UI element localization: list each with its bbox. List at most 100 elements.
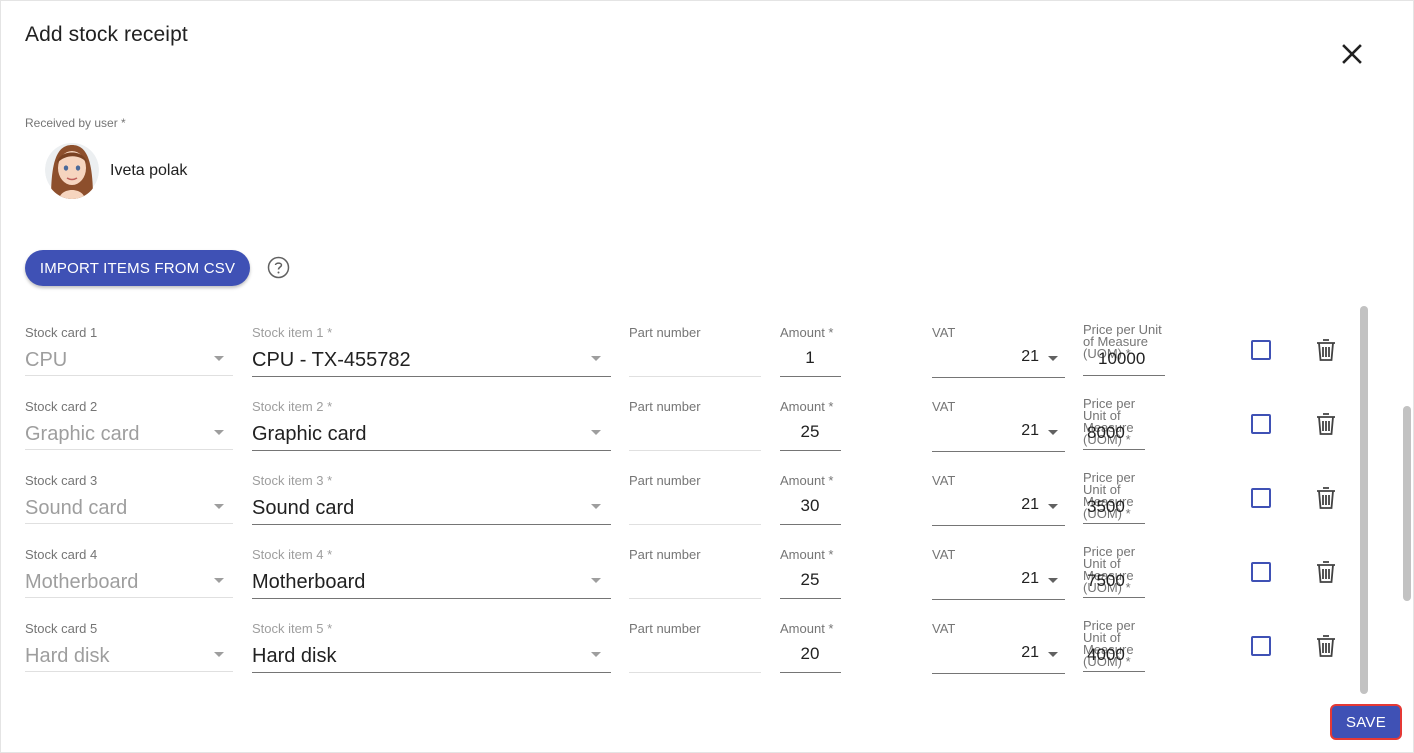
- amount-label: Amount *: [780, 399, 834, 414]
- underline: [932, 525, 1065, 526]
- part-number-input[interactable]: [629, 598, 761, 599]
- underline: [932, 451, 1065, 452]
- amount-label: Amount *: [780, 547, 834, 562]
- amount-input[interactable]: 20: [779, 644, 841, 664]
- trash-icon[interactable]: [1315, 338, 1337, 362]
- vat-select[interactable]: 21: [1017, 348, 1039, 366]
- arrow-drop-down-icon: [591, 504, 601, 509]
- vat-label: VAT: [932, 621, 956, 636]
- rows-scrollbar[interactable]: [1360, 306, 1368, 694]
- vat-select[interactable]: 21: [1017, 496, 1039, 514]
- trash-icon[interactable]: [1315, 412, 1337, 436]
- stock-item-select[interactable]: CPU - TX-455782: [252, 349, 411, 372]
- stock-item-label: Stock item 4 *: [252, 547, 333, 562]
- stock-card-label: Stock card 2: [25, 399, 98, 414]
- add-stock-receipt-dialog: Add stock receipt Received by user * Ive…: [0, 0, 1414, 753]
- user-name: Iveta polak: [110, 162, 188, 179]
- vat-select[interactable]: 21: [1017, 644, 1039, 662]
- vat-select[interactable]: 21: [1017, 422, 1039, 440]
- stock-card-select[interactable]: Sound card: [25, 497, 127, 520]
- row-checkbox[interactable]: [1251, 488, 1271, 508]
- stock-card-select[interactable]: Motherboard: [25, 571, 138, 594]
- part-number-input[interactable]: [629, 450, 761, 451]
- underline: [1083, 449, 1145, 450]
- underline: [780, 450, 841, 451]
- arrow-drop-down-icon: [1048, 356, 1058, 361]
- underline: [932, 599, 1065, 600]
- underline: [252, 450, 611, 451]
- save-button[interactable]: SAVE: [1330, 704, 1402, 740]
- underline: [1083, 523, 1145, 524]
- arrow-drop-down-icon: [214, 430, 224, 435]
- dialog-scrollbar[interactable]: [1403, 406, 1411, 601]
- underline: [780, 524, 841, 525]
- stock-item-select[interactable]: Motherboard: [252, 571, 365, 594]
- amount-input[interactable]: 30: [779, 496, 841, 516]
- amount-label: Amount *: [780, 621, 834, 636]
- stock-item-label: Stock item 5 *: [252, 621, 333, 636]
- price-input[interactable]: 10000: [1098, 349, 1145, 369]
- underline: [1083, 375, 1165, 376]
- stock-item-label: Stock item 2 *: [252, 399, 333, 414]
- close-icon[interactable]: [1337, 39, 1367, 69]
- part-number-label: Part number: [629, 325, 701, 340]
- stock-item-label: Stock item 3 *: [252, 473, 333, 488]
- stock-item-select[interactable]: Sound card: [252, 497, 354, 520]
- amount-input[interactable]: 1: [779, 348, 841, 368]
- arrow-drop-down-icon: [591, 356, 601, 361]
- arrow-drop-down-icon: [1048, 578, 1058, 583]
- underline: [25, 597, 233, 598]
- stock-card-select[interactable]: CPU: [25, 349, 67, 372]
- trash-icon[interactable]: [1315, 634, 1337, 658]
- stock-item-select[interactable]: Hard disk: [252, 645, 336, 668]
- underline: [252, 376, 611, 377]
- underline: [252, 672, 611, 673]
- part-number-input[interactable]: [629, 376, 761, 377]
- amount-label: Amount *: [780, 325, 834, 340]
- row-checkbox[interactable]: [1251, 340, 1271, 360]
- trash-icon[interactable]: [1315, 560, 1337, 584]
- stock-item-label: Stock item 1 *: [252, 325, 333, 340]
- stock-row: Stock card 1 CPU Stock item 1 * CPU - TX…: [1, 321, 1361, 395]
- arrow-drop-down-icon: [591, 578, 601, 583]
- stock-item-select[interactable]: Graphic card: [252, 423, 367, 446]
- price-input[interactable]: 4000: [1087, 645, 1125, 665]
- arrow-drop-down-icon: [214, 504, 224, 509]
- part-number-label: Part number: [629, 621, 701, 636]
- underline: [1083, 671, 1145, 672]
- stock-card-label: Stock card 1: [25, 325, 98, 340]
- arrow-drop-down-icon: [1048, 430, 1058, 435]
- underline: [780, 598, 841, 599]
- row-checkbox[interactable]: [1251, 414, 1271, 434]
- amount-input[interactable]: 25: [779, 570, 841, 590]
- stock-card-select[interactable]: Hard disk: [25, 645, 109, 668]
- underline: [25, 449, 233, 450]
- underline: [25, 671, 233, 672]
- trash-icon[interactable]: [1315, 486, 1337, 510]
- stock-card-select[interactable]: Graphic card: [25, 423, 140, 446]
- stock-card-label: Stock card 3: [25, 473, 98, 488]
- arrow-drop-down-icon: [591, 652, 601, 657]
- part-number-input[interactable]: [629, 672, 761, 673]
- row-checkbox[interactable]: [1251, 562, 1271, 582]
- arrow-drop-down-icon: [214, 578, 224, 583]
- user-avatar: [45, 141, 99, 199]
- vat-select[interactable]: 21: [1017, 570, 1039, 588]
- import-csv-button[interactable]: IMPORT ITEMS FROM CSV: [25, 250, 250, 286]
- help-circle-icon[interactable]: [267, 256, 290, 279]
- underline: [780, 672, 841, 673]
- stock-row: Stock card 2 Graphic card Stock item 2 *…: [1, 395, 1361, 469]
- amount-input[interactable]: 25: [779, 422, 841, 442]
- price-input[interactable]: 3500: [1087, 497, 1125, 517]
- arrow-drop-down-icon: [591, 430, 601, 435]
- amount-label: Amount *: [780, 473, 834, 488]
- stock-card-label: Stock card 4: [25, 547, 98, 562]
- part-number-input[interactable]: [629, 524, 761, 525]
- part-number-label: Part number: [629, 547, 701, 562]
- price-input[interactable]: 8000: [1087, 423, 1125, 443]
- row-checkbox[interactable]: [1251, 636, 1271, 656]
- vat-label: VAT: [932, 547, 956, 562]
- vat-label: VAT: [932, 325, 956, 340]
- price-input[interactable]: 7500: [1087, 571, 1125, 591]
- vat-label: VAT: [932, 399, 956, 414]
